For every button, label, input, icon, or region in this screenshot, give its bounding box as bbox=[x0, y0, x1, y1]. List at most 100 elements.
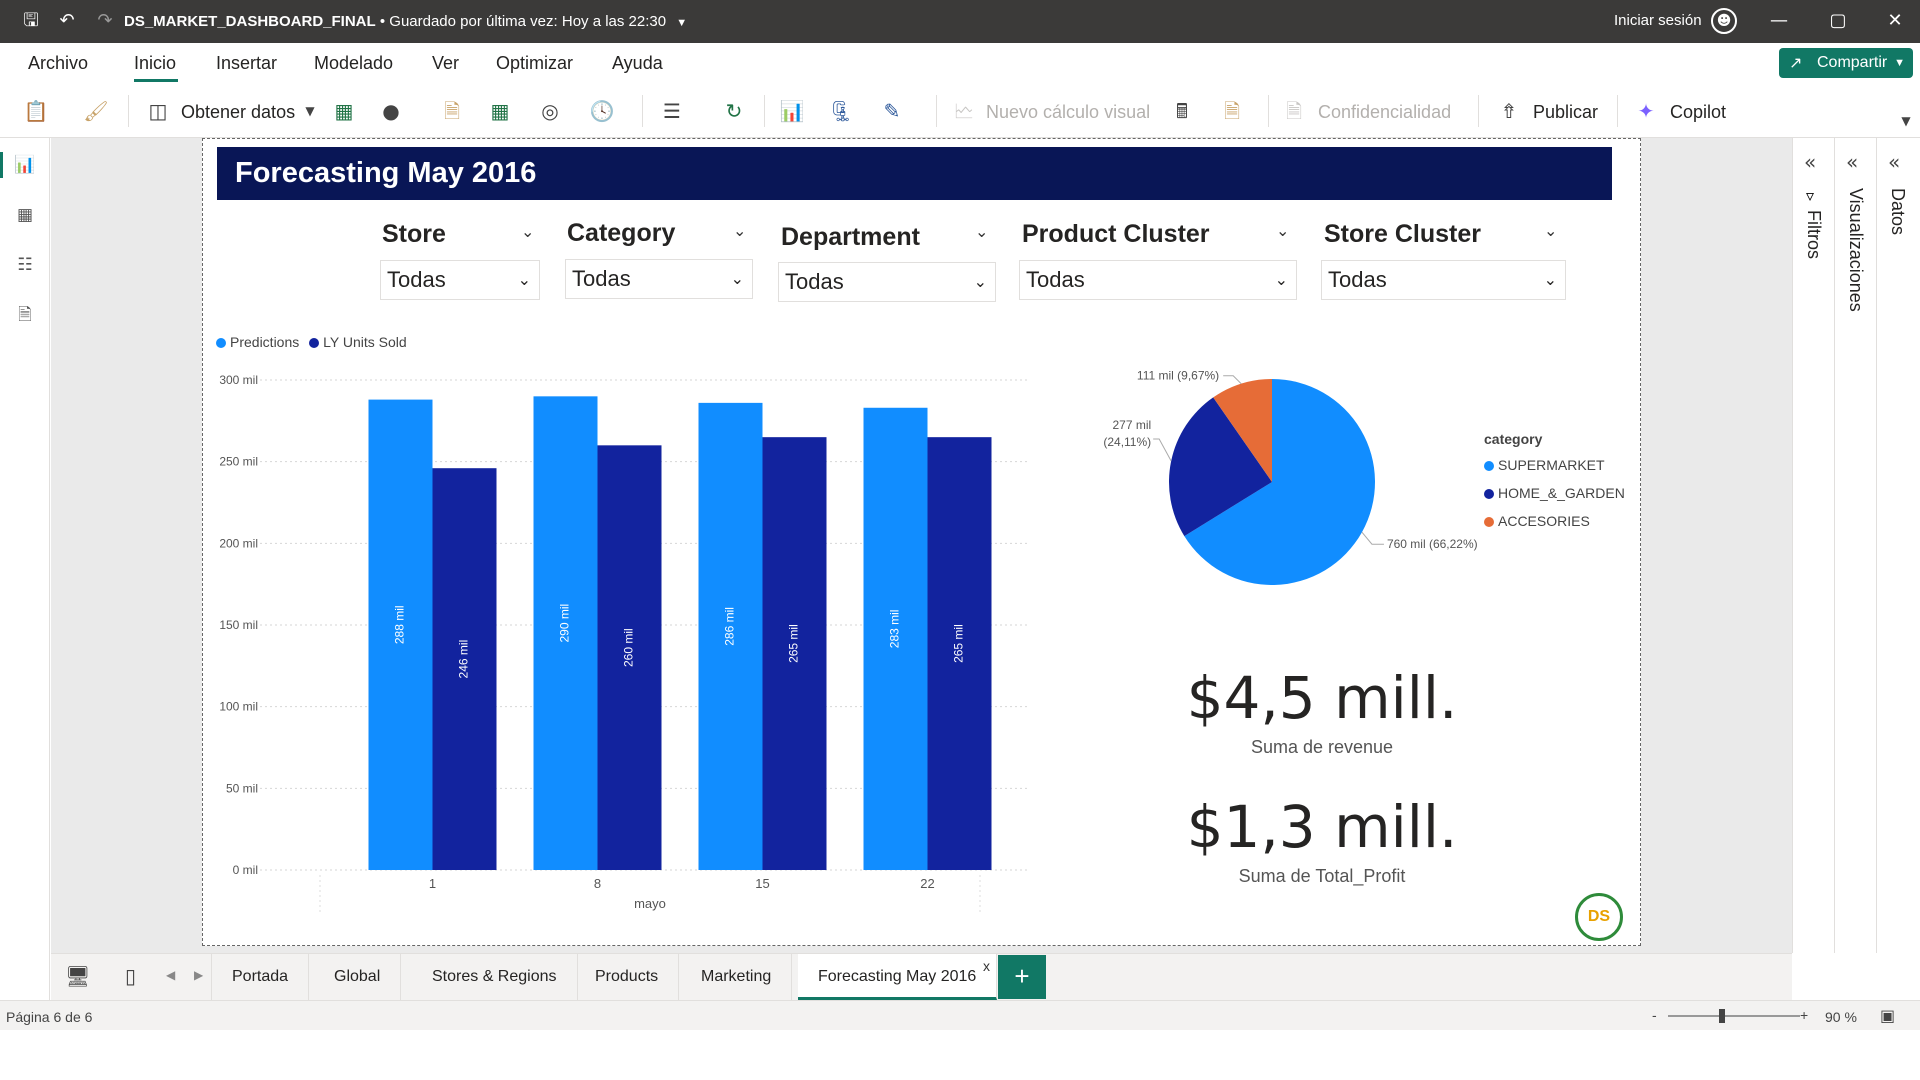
menu-modelado[interactable]: Modelado bbox=[314, 53, 393, 74]
legend-dot-predictions bbox=[216, 338, 226, 348]
minimize-icon[interactable]: — bbox=[1766, 8, 1792, 34]
slicer-department-chevron-icon[interactable]: ⌄ bbox=[975, 222, 988, 241]
recent-sources-icon[interactable]: 🕓 bbox=[588, 97, 616, 125]
document-title[interactable]: DS_MARKET_DASHBOARD_FINAL • Guardado por… bbox=[124, 13, 687, 30]
share-button[interactable]: ↗ Compartir ▼ bbox=[1779, 48, 1913, 78]
fit-to-page-icon[interactable]: ▣ bbox=[1880, 1006, 1895, 1025]
tab-marketing[interactable]: Marketing bbox=[681, 954, 793, 1000]
mobile-layout-icon[interactable]: ▯ bbox=[125, 964, 136, 988]
bar-data-label: 290 mil bbox=[558, 604, 572, 643]
ds-market-logo: DS bbox=[1575, 893, 1623, 941]
more-visuals-icon[interactable]: ✎ bbox=[878, 97, 906, 125]
maximize-icon[interactable]: ▢ bbox=[1825, 8, 1851, 34]
menu-ver[interactable]: Ver bbox=[432, 53, 459, 74]
data-collapse-icon[interactable]: « bbox=[1888, 150, 1900, 174]
sensitivity-button[interactable]: Confidencialidad bbox=[1318, 102, 1451, 123]
transform-data-icon[interactable]: ☰ bbox=[658, 97, 686, 125]
menu-inicio[interactable]: Inicio bbox=[134, 53, 176, 74]
excel-icon[interactable]: ▦ bbox=[330, 97, 358, 125]
pie-legend-item-accesories[interactable]: ACCESORIES bbox=[1484, 507, 1625, 535]
visualizations-pane[interactable]: « Visualizaciones bbox=[1834, 138, 1876, 953]
close-icon[interactable]: ✕ bbox=[1882, 8, 1908, 34]
desktop-layout-icon[interactable]: 🖥 bbox=[65, 964, 90, 988]
tab-portada[interactable]: Portada bbox=[211, 954, 310, 1000]
get-data-button[interactable]: Obtener datos bbox=[181, 102, 295, 123]
share-icon: ↗ bbox=[1789, 53, 1803, 72]
pie-leader-line bbox=[1153, 438, 1172, 462]
dax-query-icon[interactable]: 🗎 bbox=[12, 302, 38, 328]
filters-collapse-icon[interactable]: « bbox=[1804, 150, 1816, 174]
copilot-button[interactable]: Copilot bbox=[1670, 102, 1726, 123]
text-box-icon[interactable]: 🗜 bbox=[827, 97, 855, 125]
visual-calc-icon[interactable]: 🗠 bbox=[950, 97, 978, 125]
menu-ayuda[interactable]: Ayuda bbox=[612, 53, 663, 74]
account-icon[interactable]: ☻ bbox=[1711, 8, 1737, 34]
add-page-button[interactable]: + bbox=[998, 955, 1046, 999]
get-data-icon[interactable]: ◫ bbox=[144, 97, 172, 125]
visualizations-collapse-icon[interactable]: « bbox=[1846, 150, 1858, 174]
zoom-slider-thumb[interactable] bbox=[1719, 1009, 1725, 1023]
tabs-prev-icon[interactable]: ◀ bbox=[166, 968, 175, 982]
paste-icon[interactable]: 📋 bbox=[22, 97, 50, 125]
title-bar: 🖫 ↶ ↷ DS_MARKET_DASHBOARD_FINAL • Guarda… bbox=[0, 0, 1920, 43]
copilot-icon[interactable]: ✦ bbox=[1632, 97, 1660, 125]
dataverse-icon[interactable]: ◎ bbox=[536, 97, 564, 125]
filters-pane[interactable]: « ▿ Filtros bbox=[1792, 138, 1834, 953]
sensitivity-icon[interactable]: 🗎 bbox=[1280, 97, 1308, 125]
tab-forecasting[interactable]: Forecasting May 2016 bbox=[798, 954, 998, 1000]
zoom-in-icon[interactable]: + bbox=[1800, 1007, 1808, 1023]
slicer-store-dropdown[interactable]: Todas ⌄ bbox=[380, 260, 540, 300]
quick-measure-icon[interactable]: 🗎 bbox=[1218, 97, 1246, 125]
format-painter-icon[interactable]: 🖌 bbox=[82, 97, 110, 125]
bar-chart[interactable]: 0 mil 50 mil 100 mil 150 mil 200 mil 250 mil 3… bbox=[210, 360, 1040, 920]
tabs-next-icon[interactable]: ▶ bbox=[194, 968, 203, 982]
model-view-icon[interactable]: ☷ bbox=[12, 252, 38, 278]
enter-data-icon[interactable]: ▦ bbox=[486, 97, 514, 125]
tab-stores-regions[interactable]: Stores & Regions bbox=[412, 954, 578, 1000]
tab-products[interactable]: Products bbox=[575, 954, 680, 1000]
new-visual-icon[interactable]: 📊 bbox=[778, 97, 806, 125]
publish-button[interactable]: Publicar bbox=[1533, 102, 1598, 123]
x-tick-label: 22 bbox=[920, 876, 934, 891]
signin-link[interactable]: Iniciar sesión bbox=[1614, 12, 1702, 29]
saved-status: • Guardado por última vez: Hoy a las 22:… bbox=[375, 13, 667, 30]
onelake-icon[interactable]: ● bbox=[377, 97, 405, 125]
dataset-icon[interactable]: 🗎 bbox=[438, 97, 466, 125]
pie-legend-item-home-garden[interactable]: HOME_&_GARDEN bbox=[1484, 479, 1625, 507]
title-dropdown-icon[interactable]: ▼ bbox=[676, 17, 687, 29]
new-visual-calc-button[interactable]: Nuevo cálculo visual bbox=[986, 102, 1150, 123]
new-measure-icon[interactable]: 🖩 bbox=[1168, 97, 1196, 125]
get-data-chevron-icon[interactable]: ▼ bbox=[296, 97, 324, 125]
slicer-category-dropdown[interactable]: Todas ⌄ bbox=[565, 259, 753, 299]
zoom-out-icon[interactable]: - bbox=[1652, 1007, 1657, 1023]
pie-legend-item-supermarket[interactable]: SUPERMARKET bbox=[1484, 451, 1625, 479]
table-view-icon[interactable]: ▦ bbox=[12, 202, 38, 228]
share-dropdown-icon[interactable]: ▼ bbox=[1894, 48, 1905, 78]
slicer-department-dropdown[interactable]: Todas ⌄ bbox=[778, 262, 996, 302]
slicer-category-chevron-icon[interactable]: ⌄ bbox=[733, 221, 746, 240]
close-tab-icon[interactable]: x bbox=[983, 958, 990, 974]
slicer-store-cluster-dropdown[interactable]: Todas ⌄ bbox=[1321, 260, 1566, 300]
save-icon[interactable]: 🖫 bbox=[18, 8, 44, 34]
undo-icon[interactable]: ↶ bbox=[54, 8, 80, 34]
data-pane[interactable]: « Datos bbox=[1876, 138, 1920, 953]
menu-archivo[interactable]: Archivo bbox=[28, 53, 88, 74]
menu-insertar[interactable]: Insertar bbox=[216, 53, 277, 74]
redo-icon[interactable]: ↷ bbox=[92, 8, 118, 34]
slicer-store-cluster-chevron-icon[interactable]: ⌄ bbox=[1544, 221, 1557, 240]
ribbon-separator bbox=[1268, 95, 1269, 127]
ribbon-expand-icon[interactable]: ▼ bbox=[1892, 107, 1920, 135]
tab-global[interactable]: Global bbox=[314, 954, 402, 1000]
legend-item-ly-units[interactable]: LY Units Sold bbox=[309, 334, 407, 350]
zoom-level: 90 % bbox=[1825, 1009, 1857, 1025]
menu-optimizar[interactable]: Optimizar bbox=[496, 53, 573, 74]
chevron-down-icon: ⌄ bbox=[730, 269, 744, 288]
slicer-product-cluster-chevron-icon[interactable]: ⌄ bbox=[1276, 221, 1289, 240]
slicer-store-chevron-icon[interactable]: ⌄ bbox=[521, 222, 534, 241]
legend-item-predictions[interactable]: Predictions bbox=[216, 334, 299, 350]
slicer-product-cluster-dropdown[interactable]: Todas ⌄ bbox=[1019, 260, 1297, 300]
zoom-slider[interactable] bbox=[1668, 1015, 1800, 1017]
publish-icon[interactable]: ⇮ bbox=[1495, 97, 1523, 125]
refresh-icon[interactable]: ↻ bbox=[720, 97, 748, 125]
report-view-icon[interactable]: 📊 bbox=[12, 152, 38, 178]
